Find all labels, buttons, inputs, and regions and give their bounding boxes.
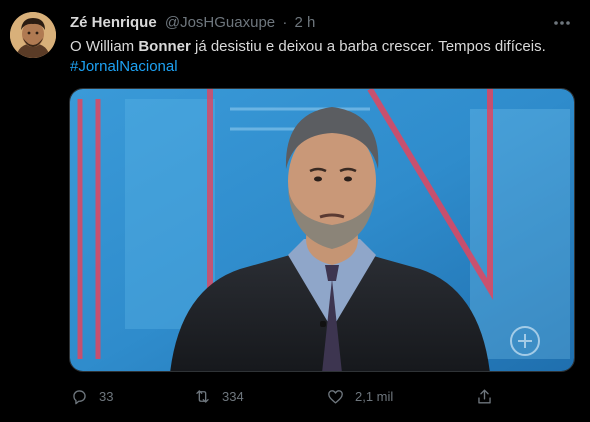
- more-icon[interactable]: [552, 15, 572, 31]
- reply-icon: [73, 389, 86, 404]
- tweet-media-image[interactable]: [69, 88, 575, 372]
- reply-button[interactable]: 33: [70, 384, 113, 408]
- hashtag-link[interactable]: #JornalNacional: [70, 58, 178, 75]
- retweet-button[interactable]: 334: [193, 384, 244, 408]
- tweet-card[interactable]: Zé Henrique @JosHGuaxupe · 2 h O William…: [0, 0, 590, 422]
- author-name[interactable]: Zé Henrique: [70, 14, 157, 31]
- tweet-time[interactable]: 2 h: [294, 14, 315, 31]
- like-button[interactable]: 2,1 mil: [326, 384, 393, 408]
- heart-icon: [328, 389, 343, 404]
- author-handle[interactable]: @JosHGuaxupe: [165, 14, 275, 31]
- share-button[interactable]: [475, 384, 494, 408]
- tweet-text: O William Bonner já desistiu e deixou a …: [70, 37, 570, 77]
- reply-count: 33: [99, 388, 114, 404]
- tweet-header: Zé Henrique @JosHGuaxupe · 2 h: [70, 13, 315, 33]
- tweet-actions: 33 334 2,1 mil: [70, 384, 510, 408]
- retweet-icon: [196, 389, 209, 403]
- retweet-count: 334: [222, 388, 244, 404]
- tweet-text-bold: Bonner: [138, 38, 191, 55]
- separator: ·: [282, 14, 288, 31]
- share-icon: [478, 388, 491, 404]
- avatar[interactable]: [10, 12, 56, 58]
- tweet-text-part: já desistiu e deixou a barba crescer. Te…: [190, 38, 546, 55]
- like-count: 2,1 mil: [355, 388, 394, 404]
- tweet-text-part: O William: [70, 38, 139, 55]
